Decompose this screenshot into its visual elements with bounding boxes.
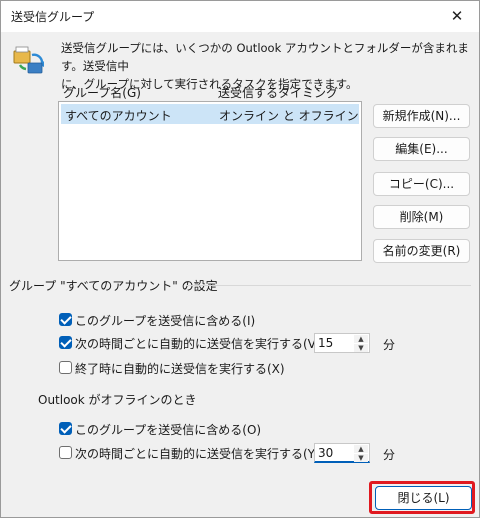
column-header-timing[interactable]: 送受信するタイミング	[218, 84, 338, 101]
on-exit-checkbox[interactable]	[59, 361, 72, 374]
include-offline-checkbox[interactable]	[59, 422, 72, 435]
schedule-online-label[interactable]: 次の時間ごとに自動的に送受信を実行する(V)	[75, 335, 321, 352]
close-button[interactable]: 閉じる(L)	[375, 486, 472, 510]
spin-down-icon[interactable]: ▼	[354, 344, 368, 352]
spin-up-icon[interactable]: ▲	[354, 445, 368, 453]
settings-divider	[186, 285, 471, 286]
edit-button[interactable]: 編集(E)...	[373, 137, 470, 161]
spin-down-icon[interactable]: ▼	[354, 454, 368, 462]
send-receive-groups-dialog: 送受信グループ ✕ 送受信グループには、いくつかの Outlook アカウントと…	[0, 0, 480, 518]
delete-button[interactable]: 削除(M)	[373, 205, 470, 229]
schedule-offline-checkbox[interactable]	[59, 446, 72, 459]
column-header-group-name[interactable]: グループ名(G)	[63, 84, 141, 101]
group-name-cell: すべてのアカウント	[65, 109, 172, 123]
on-exit-label[interactable]: 終了時に自動的に送受信を実行する(X)	[75, 360, 285, 377]
description-line-1: 送受信グループには、いくつかの Outlook アカウントとフォルダーが含まれま…	[61, 41, 469, 73]
include-online-label[interactable]: このグループを送受信に含める(I)	[75, 312, 255, 329]
new-button[interactable]: 新規作成(N)...	[373, 104, 470, 128]
group-timing-cell: オンライン と オフライン	[219, 109, 359, 123]
online-interval-value[interactable]: 15	[318, 336, 333, 350]
include-offline-label[interactable]: このグループを送受信に含める(O)	[75, 421, 261, 438]
offline-interval-unit: 分	[383, 448, 396, 462]
close-icon[interactable]: ✕	[445, 4, 469, 28]
online-interval-unit: 分	[383, 338, 396, 352]
list-item[interactable]: すべてのアカウント オンライン と オフライン	[61, 104, 359, 124]
include-online-checkbox[interactable]	[59, 313, 72, 326]
rename-button[interactable]: 名前の変更(R)	[373, 239, 470, 263]
window-title: 送受信グループ	[11, 10, 95, 24]
spin-up-icon[interactable]: ▲	[354, 335, 368, 343]
offline-section-label: Outlook がオフラインのとき	[38, 393, 197, 407]
group-list[interactable]: すべてのアカウント オンライン と オフライン	[58, 101, 362, 261]
offline-interval-value[interactable]: 30	[318, 446, 333, 460]
title-bar: 送受信グループ ✕	[1, 1, 479, 32]
offline-interval-stepper[interactable]: 30 ▲ ▼	[314, 443, 370, 463]
send-receive-icon	[13, 46, 44, 74]
copy-button[interactable]: コピー(C)...	[373, 172, 470, 196]
online-interval-stepper[interactable]: 15 ▲ ▼	[314, 333, 370, 353]
schedule-offline-label[interactable]: 次の時間ごとに自動的に送受信を実行する(Y)	[75, 445, 320, 462]
schedule-online-checkbox[interactable]	[59, 336, 72, 349]
